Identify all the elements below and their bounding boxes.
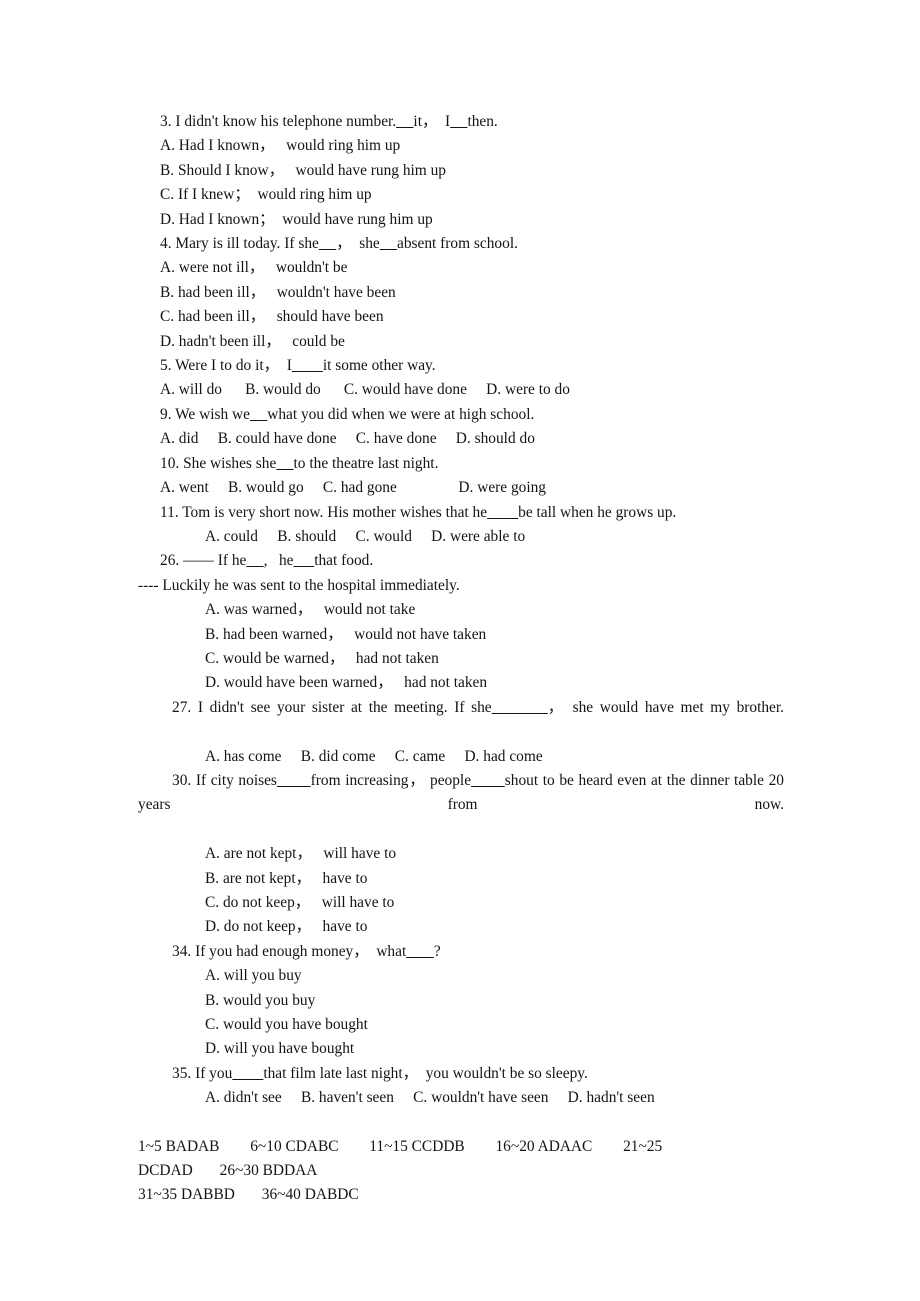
question-stem-30: 30. If city noises from increasing， peop… bbox=[138, 771, 784, 814]
question-5-options[interactable]: A. will do B. would do C. would have don… bbox=[138, 378, 784, 402]
question-30-option-d[interactable]: D. do not keep， have to bbox=[138, 915, 784, 939]
fill-in-blank bbox=[450, 113, 467, 130]
document-page: 3. I didn't know his telephone number. i… bbox=[0, 0, 920, 1301]
question-26-option-c[interactable]: C. would be warned， had not taken bbox=[138, 647, 784, 671]
question-stem-4: 4. Mary is ill today. If she ， she absen… bbox=[160, 235, 518, 253]
question-stem-26: 26. —— If he , he that food. bbox=[160, 552, 374, 570]
question-stem-35: 35. If you that film late last night， yo… bbox=[172, 1064, 588, 1082]
fill-in-blank bbox=[380, 235, 397, 252]
question-3-option-b[interactable]: B. Should I know， would have rung him up bbox=[138, 159, 784, 183]
fill-in-blank bbox=[492, 699, 548, 716]
fill-in-blank bbox=[232, 1065, 263, 1082]
question-stem-5: 5. Were I to do it， I it some other way. bbox=[160, 357, 436, 375]
question-3-option-d[interactable]: D. Had I known； would have rung him up bbox=[138, 208, 784, 232]
fill-in-blank bbox=[292, 357, 323, 374]
question-27-options[interactable]: A. has come B. did come C. came D. had c… bbox=[138, 745, 784, 769]
question-9-options[interactable]: A. did B. could have done C. have done D… bbox=[138, 427, 784, 451]
question-stem-11: 11. Tom is very short now. His mother wi… bbox=[160, 503, 677, 521]
fill-in-blank bbox=[250, 406, 267, 423]
question-3-option-c[interactable]: C. If I knew； would ring him up bbox=[138, 183, 784, 207]
question-26-option-d[interactable]: D. would have been warned， had not taken bbox=[138, 671, 784, 695]
question-30-option-c[interactable]: C. do not keep， will have to bbox=[138, 891, 784, 915]
fill-in-blank bbox=[277, 772, 311, 789]
question-34-option-b[interactable]: B. would you buy bbox=[138, 989, 784, 1013]
question-3-option-a[interactable]: A. Had I known， would ring him up bbox=[138, 134, 784, 158]
fill-in-blank bbox=[319, 235, 336, 252]
fill-in-blank bbox=[294, 552, 315, 569]
fill-in-blank bbox=[396, 113, 413, 130]
question-30-option-b[interactable]: B. are not kept， have to bbox=[138, 867, 784, 891]
fill-in-blank bbox=[246, 552, 263, 569]
question-4-option-d[interactable]: D. hadn't been ill， could be bbox=[138, 330, 784, 354]
question-4-option-a[interactable]: A. were not ill， wouldn't be bbox=[138, 256, 784, 280]
question-11-options[interactable]: A. could B. should C. would D. were able… bbox=[138, 525, 784, 549]
question-4-option-c[interactable]: C. had been ill， should have been bbox=[138, 305, 784, 329]
question-stem-10: 10. She wishes she to the theatre last n… bbox=[160, 454, 439, 472]
question-35-options[interactable]: A. didn't see B. haven't seen C. wouldn'… bbox=[138, 1086, 784, 1110]
worksheet-body: 3. I didn't know his telephone number. i… bbox=[138, 110, 784, 1208]
question-26-option-b[interactable]: B. had been warned， would not have taken bbox=[138, 623, 784, 647]
question-34-option-a[interactable]: A. will you buy bbox=[138, 964, 784, 988]
question-stem-27: 27. I didn't see your sister at the meet… bbox=[172, 698, 785, 716]
question-4-option-b[interactable]: B. had been ill， wouldn't have been bbox=[138, 281, 784, 305]
answer-key: 1~5 BADAB 6~10 CDABC 11~15 CCDDB 16~20 A… bbox=[138, 1135, 784, 1208]
question-26-stem-line2: ---- Luckily he was sent to the hospital… bbox=[138, 576, 460, 594]
question-stem-3: 3. I didn't know his telephone number. i… bbox=[160, 113, 498, 130]
fill-in-blank bbox=[276, 455, 293, 472]
fill-in-blank bbox=[406, 943, 434, 960]
answer-key-line-2: DCDAD 26~30 BDDAA bbox=[138, 1162, 318, 1180]
question-30-option-a[interactable]: A. are not kept， will have to bbox=[138, 842, 784, 866]
question-10-options[interactable]: A. went B. would go C. had gone D. were … bbox=[138, 476, 784, 500]
answer-key-line-1: 1~5 BADAB 6~10 CDABC 11~15 CCDDB 16~20 A… bbox=[138, 1137, 663, 1155]
answer-key-line-3: 31~35 DABBD 36~40 DABDC bbox=[138, 1186, 359, 1204]
fill-in-blank bbox=[471, 772, 505, 789]
question-34-option-c[interactable]: C. would you have bought bbox=[138, 1013, 784, 1037]
question-34-option-d[interactable]: D. will you have bought bbox=[138, 1037, 784, 1061]
question-26-option-a[interactable]: A. was warned， would not take bbox=[138, 598, 784, 622]
question-stem-34: 34. If you had enough money， what ? bbox=[172, 942, 441, 960]
question-stem-9: 9. We wish we what you did when we were … bbox=[160, 405, 535, 423]
fill-in-blank bbox=[487, 504, 518, 521]
